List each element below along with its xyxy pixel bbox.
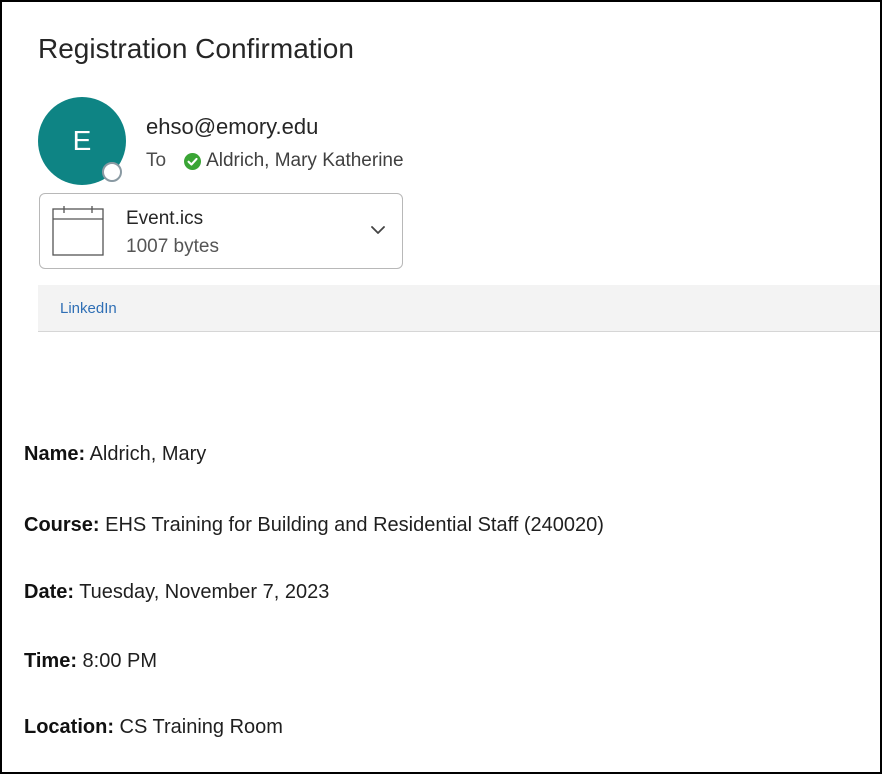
field-value: EHS Training for Building and Residentia… — [99, 514, 604, 536]
attachment-card[interactable]: Event.ics 1007 bytes — [39, 193, 403, 269]
field-name: Name: Aldrich, Mary — [24, 440, 206, 468]
chevron-down-icon[interactable] — [370, 224, 386, 236]
attachment-size: 1007 bytes — [126, 236, 219, 257]
field-value: CS Training Room — [114, 716, 283, 738]
field-label: Name: — [24, 443, 86, 465]
email-subject: Registration Confirmation — [38, 33, 354, 64]
avatar-initial: E — [72, 125, 92, 156]
email-reading-pane: Registration Confirmation E ehso@emory.e… — [0, 0, 882, 774]
field-location: Location: CS Training Room — [24, 713, 283, 741]
field-value: Aldrich, Mary — [85, 443, 207, 465]
field-value: 8:00 PM — [76, 650, 158, 672]
calendar-icon — [52, 206, 104, 256]
sender-address[interactable]: ehso@emory.edu — [146, 112, 318, 142]
field-label: Course: — [24, 514, 100, 536]
field-value: Tuesday, November 7, 2023 — [74, 581, 330, 603]
recipients-line: To Aldrich, Mary Katherine — [146, 148, 404, 174]
addin-bar: LinkedIn — [38, 285, 880, 332]
field-label: Location: — [24, 716, 114, 738]
attachment-name: Event.ics — [126, 208, 204, 229]
recipient-name[interactable]: Aldrich, Mary Katherine — [206, 148, 403, 174]
verified-check-icon — [184, 152, 202, 170]
field-label: Time: — [24, 650, 77, 672]
field-course: Course: EHS Training for Building and Re… — [24, 511, 604, 539]
field-label: Date: — [24, 581, 75, 603]
field-date: Date: Tuesday, November 7, 2023 — [24, 578, 329, 606]
field-time: Time: 8:00 PM — [24, 647, 157, 675]
to-label: To — [146, 150, 167, 171]
linkedin-link[interactable]: LinkedIn — [60, 299, 117, 319]
presence-status-icon — [102, 162, 122, 182]
